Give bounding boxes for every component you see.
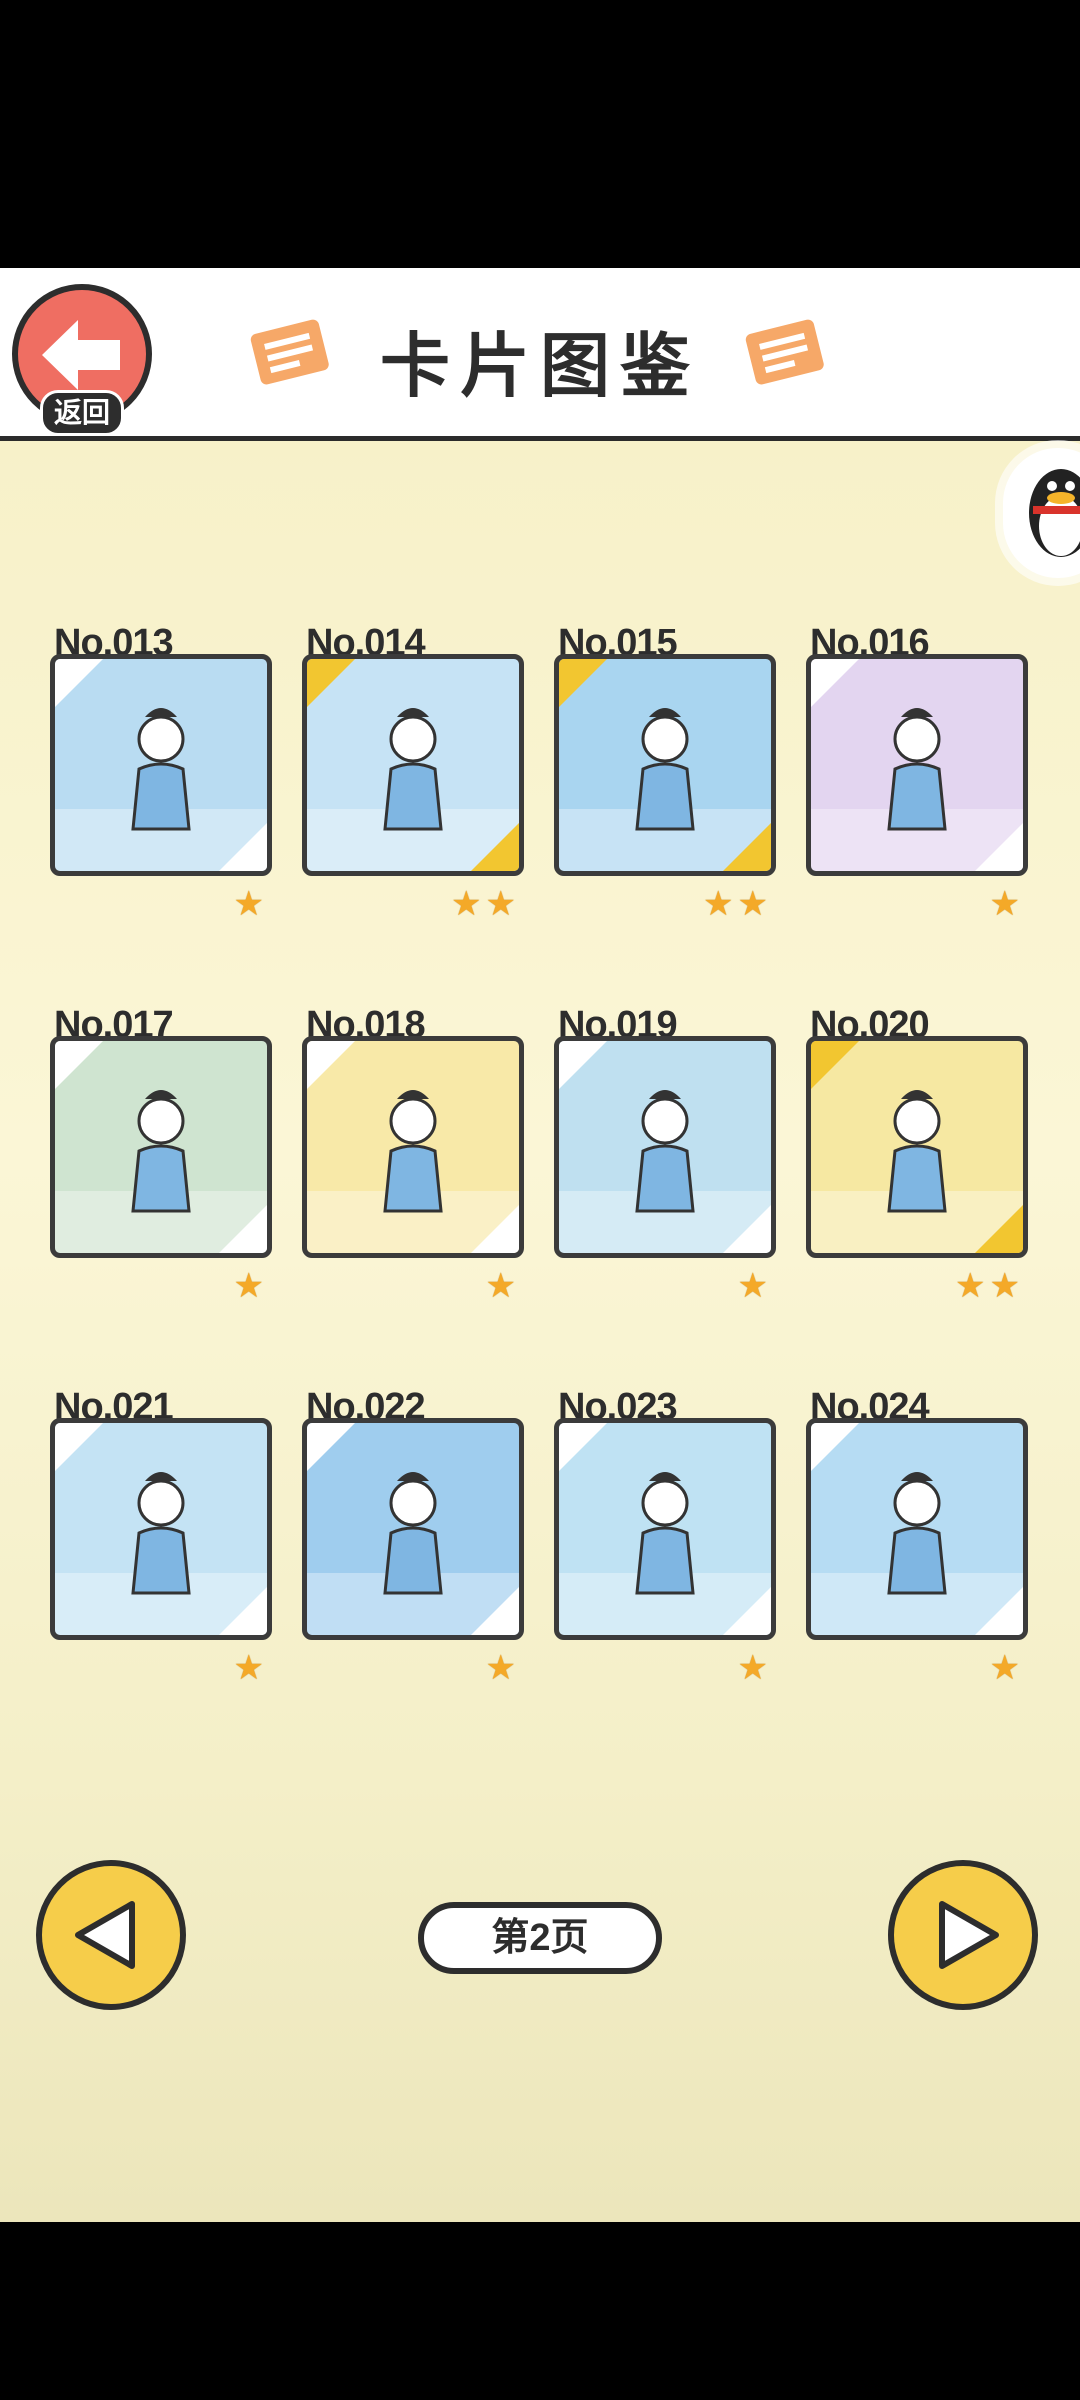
card-corner-br [975, 1205, 1023, 1253]
card-item[interactable]: No.024 ★ [806, 1386, 1028, 1687]
card-star-rating: ★ [233, 885, 268, 923]
card-corner-br [219, 823, 267, 871]
card-corner-br [471, 1205, 519, 1253]
card-image [806, 1418, 1028, 1640]
card-corner-br [723, 823, 771, 871]
card-image [554, 1036, 776, 1258]
card-left-icon [250, 319, 329, 385]
card-corner-tl [55, 659, 103, 707]
card-corner-br [975, 823, 1023, 871]
card-corner-tl [307, 659, 355, 707]
card-corner-tl [559, 1041, 607, 1089]
card-image [50, 1036, 272, 1258]
card-item[interactable]: No.020 ★★ [806, 1004, 1028, 1305]
card-corner-br [219, 1587, 267, 1635]
card-corner-tl [559, 1423, 607, 1471]
card-image [50, 1418, 272, 1640]
card-image [806, 1036, 1028, 1258]
back-label: 返回 [40, 390, 124, 436]
card-image [50, 654, 272, 876]
next-page-button[interactable] [888, 1860, 1038, 2010]
card-item[interactable]: No.019 ★ [554, 1004, 776, 1305]
card-star-rating: ★★ [955, 1267, 1024, 1305]
card-star-rating: ★ [737, 1267, 772, 1305]
card-star-rating: ★ [989, 1649, 1024, 1687]
card-star-rating: ★★ [451, 885, 520, 923]
card-star-rating: ★★ [703, 885, 772, 923]
card-image [302, 1036, 524, 1258]
right-triangle-icon [939, 1901, 999, 1969]
card-corner-br [471, 823, 519, 871]
card-star-rating: ★ [485, 1267, 520, 1305]
card-corner-tl [55, 1423, 103, 1471]
card-image [554, 1418, 776, 1640]
card-corner-tl [811, 1041, 859, 1089]
page-title: 卡片图鉴 [380, 327, 700, 405]
card-image [554, 654, 776, 876]
left-triangle-icon [75, 1901, 135, 1969]
card-star-rating: ★ [989, 885, 1024, 923]
card-star-rating: ★ [233, 1267, 268, 1305]
card-item[interactable]: No.017 ★ [50, 1004, 272, 1305]
card-item[interactable]: No.022 ★ [302, 1386, 524, 1687]
card-corner-tl [307, 1423, 355, 1471]
card-item[interactable]: No.013 ★ [50, 622, 272, 923]
page-indicator: 第2页 [418, 1902, 662, 1974]
card-corner-tl [55, 1041, 103, 1089]
card-item[interactable]: No.014 ★★ [302, 622, 524, 923]
card-corner-br [975, 1587, 1023, 1635]
card-item[interactable]: No.016 ★ [806, 622, 1028, 923]
prev-page-button[interactable] [36, 1860, 186, 2010]
card-item[interactable]: No.018 ★ [302, 1004, 524, 1305]
card-corner-br [723, 1205, 771, 1253]
card-star-rating: ★ [233, 1649, 268, 1687]
status-bar-area [0, 0, 1080, 268]
card-corner-tl [559, 659, 607, 707]
card-image [806, 654, 1028, 876]
navigation-bar-area [0, 2222, 1080, 2400]
card-image [302, 654, 524, 876]
card-right-icon [745, 319, 824, 385]
card-item[interactable]: No.023 ★ [554, 1386, 776, 1687]
card-corner-br [723, 1587, 771, 1635]
card-corner-br [471, 1587, 519, 1635]
back-arrow-icon [42, 320, 120, 390]
card-item[interactable]: No.015 ★★ [554, 622, 776, 923]
card-corner-tl [811, 1423, 859, 1471]
card-star-rating: ★ [737, 1649, 772, 1687]
card-image [302, 1418, 524, 1640]
card-star-rating: ★ [485, 1649, 520, 1687]
card-corner-tl [307, 1041, 355, 1089]
card-corner-tl [811, 659, 859, 707]
card-item[interactable]: No.021 ★ [50, 1386, 272, 1687]
card-corner-br [219, 1205, 267, 1253]
